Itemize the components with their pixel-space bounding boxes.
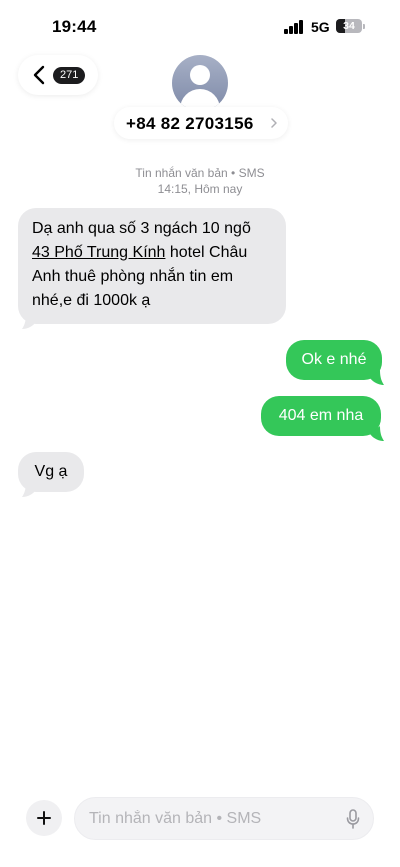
battery-icon: 34 — [336, 19, 362, 33]
microphone-icon[interactable] — [346, 809, 360, 829]
bubble-tail — [370, 426, 384, 441]
bubble-tail — [22, 314, 36, 329]
status-time: 19:44 — [52, 17, 97, 36]
add-attachment-button[interactable] — [26, 800, 62, 836]
bubble-tail — [22, 482, 36, 497]
contact-name-button[interactable]: +84 82 2703156 — [114, 107, 288, 139]
contact-avatar[interactable] — [172, 55, 228, 111]
message-bubble-outgoing[interactable]: 404 em nha — [261, 396, 381, 436]
chevron-right-icon — [271, 118, 277, 128]
message-input[interactable] — [89, 798, 329, 839]
message-timestamp: 14:15, Hôm nay — [157, 182, 243, 196]
status-bar: 19:44 5G 34 — [0, 0, 400, 54]
message-input-container[interactable] — [74, 797, 374, 840]
message-type-label: Tin nhắn văn bản • SMS — [135, 166, 265, 180]
signal-icon — [284, 20, 304, 34]
message-line: Dạ anh qua số 3 ngách 10 ngõ — [32, 220, 251, 237]
message-line: Anh thuê phòng nhắn tin em — [32, 268, 234, 285]
message-line-rest: hotel Châu — [165, 244, 248, 261]
network-type: 5G — [311, 19, 330, 35]
contact-number: +84 82 2703156 — [126, 114, 254, 133]
message-line-with-link: 43 Phố Trung Kính hotel Châu — [32, 241, 272, 265]
message-bubble-incoming[interactable]: Dạ anh qua số 3 ngách 10 ngõ 43 Phố Trun… — [18, 208, 286, 324]
unread-count-badge: 271 — [53, 67, 86, 84]
battery-cap — [363, 24, 365, 29]
chevron-left-icon — [33, 65, 45, 85]
plus-icon-stroke — [43, 811, 45, 825]
battery-percent: 34 — [343, 20, 355, 32]
bubble-tail — [370, 370, 384, 385]
back-button[interactable]: 271 — [18, 55, 98, 95]
address-link[interactable]: 43 Phố Trung Kính — [32, 244, 165, 261]
message-line: nhé,e đi 1000k ạ — [32, 292, 151, 309]
person-avatar-icon — [190, 65, 210, 85]
